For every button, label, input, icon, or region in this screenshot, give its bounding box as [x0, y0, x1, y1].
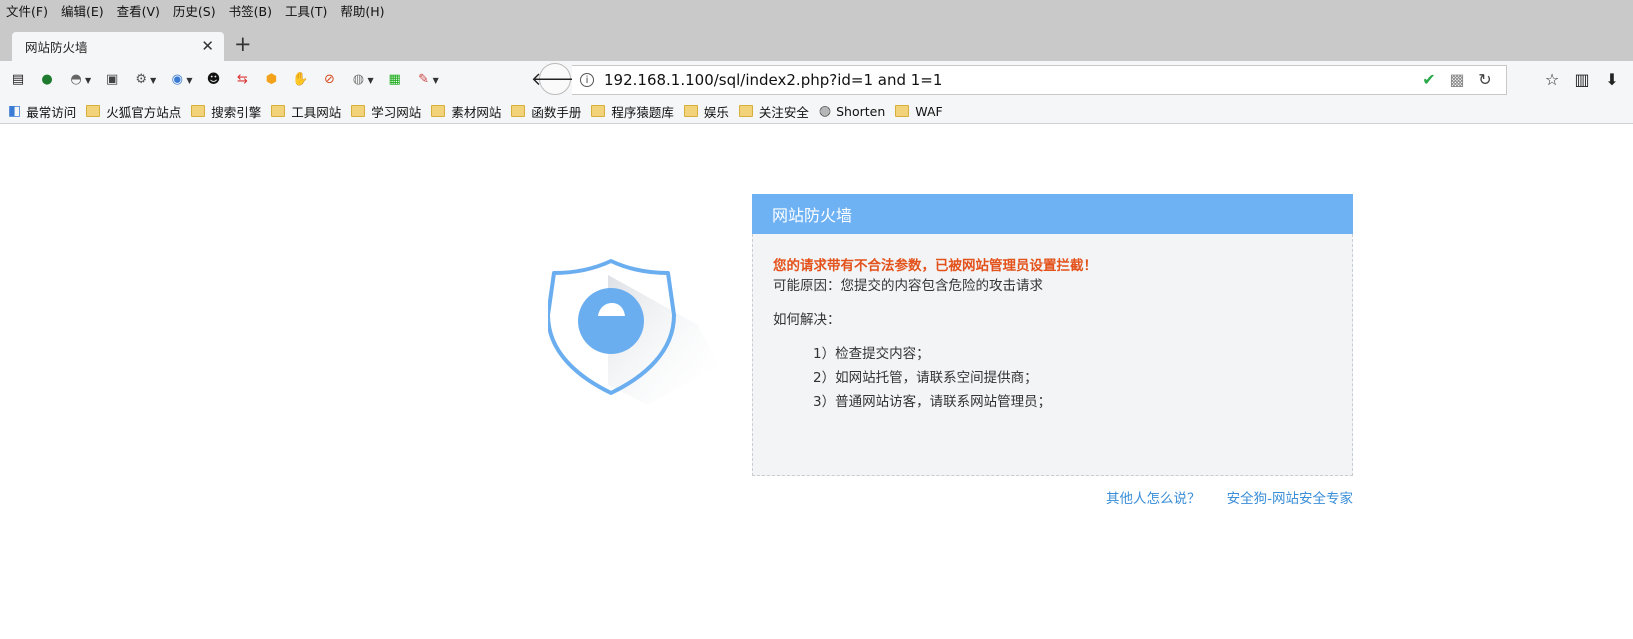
- chevron-down-icon[interactable]: ▼: [367, 76, 373, 85]
- settings-gear-icon[interactable]: ⚙: [132, 71, 150, 89]
- chevron-down-icon[interactable]: ▼: [433, 76, 439, 85]
- bookmark-item[interactable]: 学习网站: [351, 102, 421, 121]
- navigation-toolbar: ▤ ● ◓ ▼ ▣ ⚙ ▼ ◉ ▼ ☻ ⇆ ⬢ ✋ ⊘ ◍ ▼ ▦ ✎ ▼ 🡐 i 192.168.1.100/sq…: [0, 61, 1633, 99]
- bookmark-label: WAF: [915, 103, 943, 119]
- safedog-link[interactable]: 安全狗-网站安全专家: [1227, 491, 1353, 507]
- solution-step: 3）普通网站访客，请联系网站管理员；: [813, 394, 1052, 410]
- tools-addon-icon[interactable]: ✎: [415, 71, 433, 89]
- bookmark-item[interactable]: 关注安全: [738, 102, 809, 121]
- bookmark-item[interactable]: 工具网站: [271, 102, 341, 121]
- chevron-down-icon[interactable]: ▼: [150, 76, 156, 85]
- block-icon[interactable]: ⊘: [320, 71, 338, 89]
- block-warning: 您的请求带有不合法参数，已被网站管理员设置拦截！: [773, 258, 1097, 274]
- proxy-addon-icon[interactable]: ◍: [349, 71, 367, 89]
- panel-header: 网站防火墙: [752, 194, 1353, 234]
- block-reason: 可能原因：您提交的内容包含危险的攻击请求: [773, 278, 1043, 294]
- tab-strip: 网站防火墙 ✕ +: [0, 20, 1633, 61]
- bookmark-item[interactable]: 素材网站: [431, 102, 501, 121]
- bookmark-label: 程序猿题库: [611, 104, 674, 120]
- bookmark-star-icon[interactable]: ☆: [1543, 71, 1561, 89]
- site-info-icon[interactable]: i: [580, 73, 594, 87]
- bookmark-label: 搜索引擎: [211, 104, 262, 120]
- menu-item[interactable]: 文件(F): [0, 1, 55, 20]
- ghost-addon-icon[interactable]: ☻: [204, 71, 222, 89]
- menu-bar: 文件(F) 编辑(E) 查看(V) 历史(S) 书签(B) 工具(T) 帮助(H): [0, 0, 1633, 20]
- reader-icon[interactable]: ▣: [103, 71, 121, 89]
- bookmark-label: Shorten: [836, 103, 886, 119]
- bookmark-item[interactable]: 函数手册: [511, 102, 581, 121]
- bookmark-label: 娱乐: [703, 104, 729, 120]
- tab-active[interactable]: 网站防火墙 ✕: [12, 32, 224, 61]
- bookmark-label: 火狐官方站点: [106, 104, 182, 120]
- bookmark-label: 函数手册: [531, 104, 582, 120]
- solution-step: 2）如网站托管，请联系空间提供商；: [813, 370, 1038, 386]
- menu-item[interactable]: 工具(T): [279, 1, 334, 20]
- smart-bookmark-icon: ◧: [8, 103, 22, 119]
- panel-body: 您的请求带有不合法参数，已被网站管理员设置拦截！ 可能原因：您提交的内容包含危险…: [752, 234, 1353, 476]
- ip-badge-icon[interactable]: ⬢: [262, 71, 280, 89]
- solution-steps: 1）检查提交内容； 2）如网站托管，请联系空间提供商； 3）普通网站访客，请联系…: [773, 342, 1332, 414]
- footer-links: 其他人怎么说？ 安全狗-网站安全专家: [752, 487, 1353, 507]
- shield-check-icon[interactable]: ✔: [1420, 71, 1438, 89]
- folder-icon: [683, 105, 698, 117]
- chrome-addon-icon[interactable]: ◉: [168, 71, 186, 89]
- folder-icon: [738, 105, 753, 117]
- swap-arrows-icon[interactable]: ⇆: [233, 71, 251, 89]
- bookmark-label: 素材网站: [451, 104, 502, 120]
- bookmark-item[interactable]: WAF: [895, 103, 943, 119]
- firewall-shield-logo: [548, 259, 718, 405]
- folder-icon: [511, 105, 526, 117]
- howto-heading: 如何解决：: [773, 312, 841, 328]
- bookmark-item[interactable]: 搜索引擎: [191, 102, 261, 121]
- hand-icon[interactable]: ✋: [291, 71, 309, 89]
- terminal-addon-icon[interactable]: ▦: [386, 71, 404, 89]
- folder-icon: [591, 105, 606, 117]
- reload-icon[interactable]: ↻: [1476, 71, 1494, 89]
- bookmark-item[interactable]: 火狐官方站点: [86, 102, 181, 121]
- bookmark-label: 最常访问: [26, 104, 77, 120]
- bookmark-item[interactable]: 娱乐: [683, 102, 729, 121]
- shield-addon-icon[interactable]: ●: [38, 71, 56, 89]
- bookmark-label: 学习网站: [371, 104, 422, 120]
- folder-icon: [431, 105, 446, 117]
- library-icon[interactable]: ▥: [1573, 71, 1591, 89]
- folder-icon: [895, 105, 910, 117]
- menu-item[interactable]: 历史(S): [167, 1, 223, 20]
- bookmark-item[interactable]: ◧ 最常访问: [8, 102, 76, 121]
- url-bar-actions: ✔ ▩ ↻: [1410, 66, 1506, 94]
- tab-title: 网站防火墙: [25, 40, 88, 55]
- bookmark-item[interactable]: 程序猿题库: [591, 102, 674, 121]
- menu-item[interactable]: 书签(B): [223, 1, 279, 20]
- new-tab-button[interactable]: +: [234, 34, 252, 55]
- solution-step: 1）检查提交内容；: [813, 346, 930, 362]
- bookmark-label: 关注安全: [758, 104, 809, 120]
- sidebar-icon[interactable]: ▤: [9, 71, 27, 89]
- menu-item[interactable]: 查看(V): [111, 1, 167, 20]
- globe-icon: ◍: [818, 103, 832, 119]
- chevron-down-icon[interactable]: ▼: [186, 76, 192, 85]
- others-say-link[interactable]: 其他人怎么说？: [1106, 491, 1201, 507]
- bookmark-item[interactable]: ◍ Shorten: [819, 103, 885, 119]
- folder-icon: [191, 105, 206, 117]
- toolbar-right-actions: ☆ ▥ ⬇: [1531, 61, 1633, 99]
- menu-item[interactable]: 编辑(E): [55, 1, 111, 20]
- screenshot-addon-icon[interactable]: ◓: [67, 71, 85, 89]
- folder-icon: [271, 105, 286, 117]
- firewall-panel: 网站防火墙 您的请求带有不合法参数，已被网站管理员设置拦截！ 可能原因：您提交的…: [752, 194, 1353, 476]
- menu-item[interactable]: 帮助(H): [334, 1, 391, 20]
- chevron-down-icon[interactable]: ▼: [85, 76, 91, 85]
- bookmark-label: 工具网站: [291, 104, 342, 120]
- url-text[interactable]: 192.168.1.100/sql/index2.php?id=1 and 1=…: [604, 71, 942, 89]
- url-bar[interactable]: i 192.168.1.100/sql/index2.php?id=1 and …: [572, 65, 1507, 95]
- download-icon[interactable]: ⬇: [1603, 71, 1621, 89]
- folder-icon: [351, 105, 366, 117]
- back-button[interactable]: 🡐: [531, 63, 579, 95]
- bookmarks-toolbar: ◧ 最常访问 火狐官方站点 搜索引擎 工具网站 学习网站 素材网站 函数手册 程序猿题库 娱乐 关注…: [0, 99, 1633, 124]
- folder-icon: [86, 105, 101, 117]
- close-tab-icon[interactable]: ✕: [201, 39, 214, 54]
- qr-code-icon[interactable]: ▩: [1448, 71, 1466, 89]
- addon-icons: ▤ ● ◓ ▼ ▣ ⚙ ▼ ◉ ▼ ☻ ⇆ ⬢ ✋ ⊘ ◍ ▼ ▦ ✎ ▼: [0, 61, 442, 99]
